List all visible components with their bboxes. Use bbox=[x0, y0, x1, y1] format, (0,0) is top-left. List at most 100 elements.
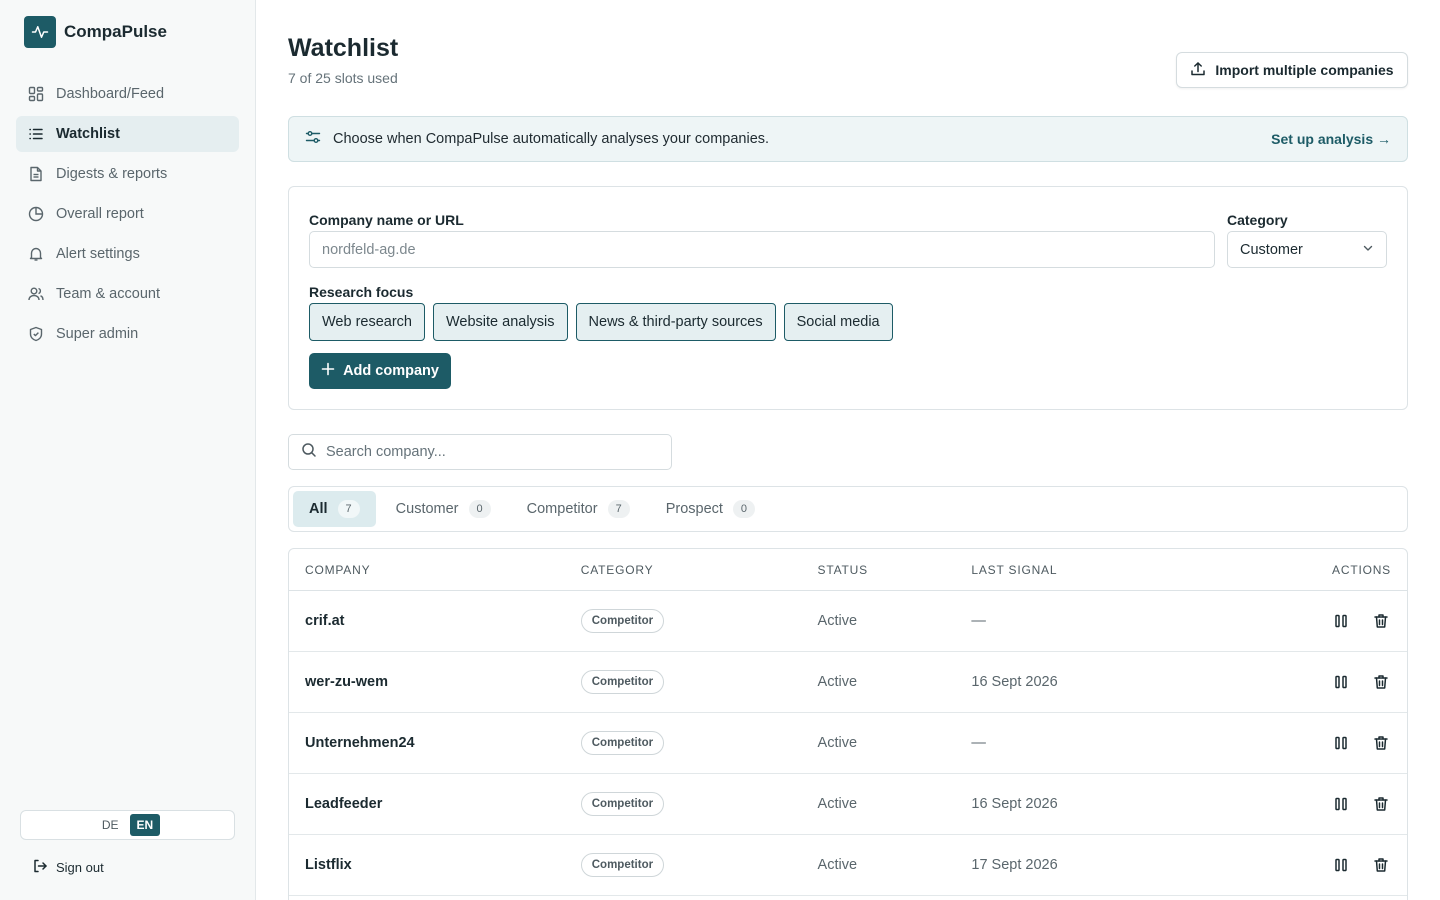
table-header: COMPANY CATEGORY STATUS LAST SIGNAL ACTI… bbox=[289, 549, 1407, 591]
tab-label: Customer bbox=[395, 501, 459, 517]
tab-count: 7 bbox=[337, 500, 360, 518]
status-text: Active bbox=[817, 857, 858, 873]
sidebar-item-label: Digests & reports bbox=[56, 166, 168, 182]
pause-icon[interactable] bbox=[1331, 672, 1351, 692]
company-name[interactable]: Unternehmen24 bbox=[289, 735, 581, 751]
sign-out-button[interactable]: Sign out bbox=[32, 858, 104, 877]
category-badge: Competitor bbox=[580, 609, 665, 633]
trash-icon[interactable] bbox=[1371, 611, 1391, 631]
sliders-icon bbox=[305, 129, 321, 150]
pause-icon[interactable] bbox=[1331, 733, 1351, 753]
column-header-company[interactable]: COMPANY bbox=[289, 563, 581, 577]
sidebar-item-label: Overall report bbox=[56, 206, 144, 222]
last-signal: — bbox=[971, 613, 986, 629]
focus-chip-news-sources[interactable]: News & third-party sources bbox=[575, 303, 776, 341]
column-header-status[interactable]: STATUS bbox=[818, 563, 972, 577]
research-focus-label: Research focus bbox=[309, 284, 414, 300]
import-label: Import multiple companies bbox=[1215, 62, 1394, 78]
tab-customer[interactable]: Customer 0 bbox=[380, 491, 507, 527]
status-text: Active bbox=[817, 674, 858, 690]
page-title: Watchlist bbox=[288, 34, 399, 62]
tab-count: 0 bbox=[468, 500, 491, 518]
last-signal: 16 Sept 2026 bbox=[971, 674, 1058, 690]
language-option-en[interactable]: EN bbox=[129, 814, 161, 836]
banner-text: Choose when CompaPulse automatically ana… bbox=[333, 131, 770, 147]
tab-all[interactable]: All 7 bbox=[293, 491, 376, 527]
category-field-label: Category bbox=[1227, 212, 1288, 228]
focus-chip-web-research[interactable]: Web research bbox=[309, 303, 425, 341]
row-actions bbox=[1271, 733, 1407, 753]
set-up-analysis-link[interactable]: Set up analysis → bbox=[1271, 131, 1391, 147]
add-company-form: Company name or URL Category Customer Re… bbox=[288, 186, 1408, 410]
sidebar-item-overall-report[interactable]: Overall report bbox=[16, 196, 239, 232]
row-actions bbox=[1271, 611, 1407, 631]
status-text: Active bbox=[817, 735, 858, 751]
watchlist-table: COMPANY CATEGORY STATUS LAST SIGNAL ACTI… bbox=[288, 548, 1408, 900]
tab-competitor[interactable]: Competitor 7 bbox=[511, 491, 646, 527]
sidebar-nav: Dashboard/Feed Watchlist Digests & repor… bbox=[16, 76, 239, 356]
column-header-actions: ACTIONS bbox=[1332, 562, 1391, 577]
company-name[interactable]: Leadfeeder bbox=[289, 796, 581, 812]
column-header-last-signal[interactable]: LAST SIGNAL bbox=[971, 563, 1271, 577]
shield-icon bbox=[28, 326, 44, 342]
search-input[interactable] bbox=[326, 444, 656, 460]
brand[interactable]: CompaPulse bbox=[24, 16, 167, 48]
last-signal: 17 Sept 2026 bbox=[971, 857, 1058, 873]
table-row[interactable]: wer-zu-wem Competitor Active 16 Sept 202… bbox=[289, 652, 1407, 713]
sidebar-item-label: Team & account bbox=[56, 286, 160, 302]
focus-chip-website-analysis[interactable]: Website analysis bbox=[433, 303, 568, 341]
pause-icon[interactable] bbox=[1331, 611, 1351, 631]
company-name[interactable]: crif.at bbox=[289, 613, 581, 629]
category-badge: Competitor bbox=[580, 792, 665, 816]
trash-icon[interactable] bbox=[1371, 672, 1391, 692]
sidebar-item-watchlist[interactable]: Watchlist bbox=[16, 116, 239, 152]
sidebar-item-team-account[interactable]: Team & account bbox=[16, 276, 239, 312]
company-name[interactable]: Listflix bbox=[289, 857, 581, 873]
sidebar-item-alert-settings[interactable]: Alert settings bbox=[16, 236, 239, 272]
category-select-value: Customer bbox=[1240, 241, 1303, 258]
table-row[interactable]: Leadfeeder Competitor Active 16 Sept 202… bbox=[289, 774, 1407, 835]
import-multiple-companies-button[interactable]: Import multiple companies bbox=[1176, 52, 1408, 88]
focus-chip-social-media[interactable]: Social media bbox=[783, 303, 893, 341]
sidebar-item-label: Alert settings bbox=[56, 246, 140, 262]
table-row[interactable]: Unternehmen24 Competitor Active — bbox=[289, 713, 1407, 774]
category-badge: Competitor bbox=[580, 731, 665, 755]
company-name-input[interactable] bbox=[309, 231, 1215, 268]
row-actions bbox=[1271, 672, 1407, 692]
table-row[interactable]: Listflix Competitor Active 17 Sept 2026 bbox=[289, 835, 1407, 896]
trash-icon[interactable] bbox=[1371, 794, 1391, 814]
language-option-de[interactable]: DE bbox=[95, 814, 126, 836]
tab-prospect[interactable]: Prospect 0 bbox=[650, 491, 771, 527]
table-row[interactable]: crif.at Competitor Active — bbox=[289, 591, 1407, 652]
pause-icon[interactable] bbox=[1331, 794, 1351, 814]
category-badge: Competitor bbox=[580, 853, 665, 877]
users-icon bbox=[28, 286, 44, 302]
tab-label: All bbox=[309, 501, 328, 517]
category-select[interactable]: Customer bbox=[1227, 231, 1387, 268]
sidebar-item-super-admin[interactable]: Super admin bbox=[16, 316, 239, 352]
sidebar: CompaPulse Dashboard/Feed Watchlist Dige… bbox=[0, 0, 256, 900]
column-header-category[interactable]: CATEGORY bbox=[581, 563, 818, 577]
pause-icon[interactable] bbox=[1331, 855, 1351, 875]
list-icon bbox=[28, 126, 44, 142]
last-signal: 16 Sept 2026 bbox=[971, 796, 1058, 812]
bell-icon bbox=[28, 246, 44, 262]
sidebar-item-label: Watchlist bbox=[56, 126, 120, 142]
category-badge: Competitor bbox=[580, 670, 665, 694]
category-filter-tabs: All 7 Customer 0 Competitor 7 Prospect 0 bbox=[288, 486, 1408, 532]
plus-icon bbox=[321, 362, 335, 380]
tab-count: 0 bbox=[732, 500, 756, 518]
company-name[interactable]: wer-zu-wem bbox=[289, 674, 581, 690]
research-focus-options: Web research Website analysis News & thi… bbox=[309, 303, 893, 341]
add-company-button[interactable]: Add company bbox=[309, 353, 451, 389]
sidebar-item-dashboard[interactable]: Dashboard/Feed bbox=[16, 76, 239, 112]
row-actions bbox=[1271, 855, 1407, 875]
company-search bbox=[288, 434, 672, 470]
pulse-icon bbox=[24, 16, 56, 48]
slots-used: 7 of 25 slots used bbox=[288, 70, 398, 86]
row-actions bbox=[1271, 794, 1407, 814]
trash-icon[interactable] bbox=[1371, 733, 1391, 753]
trash-icon[interactable] bbox=[1371, 855, 1391, 875]
sidebar-item-digests[interactable]: Digests & reports bbox=[16, 156, 239, 192]
status-text: Active bbox=[817, 796, 858, 812]
